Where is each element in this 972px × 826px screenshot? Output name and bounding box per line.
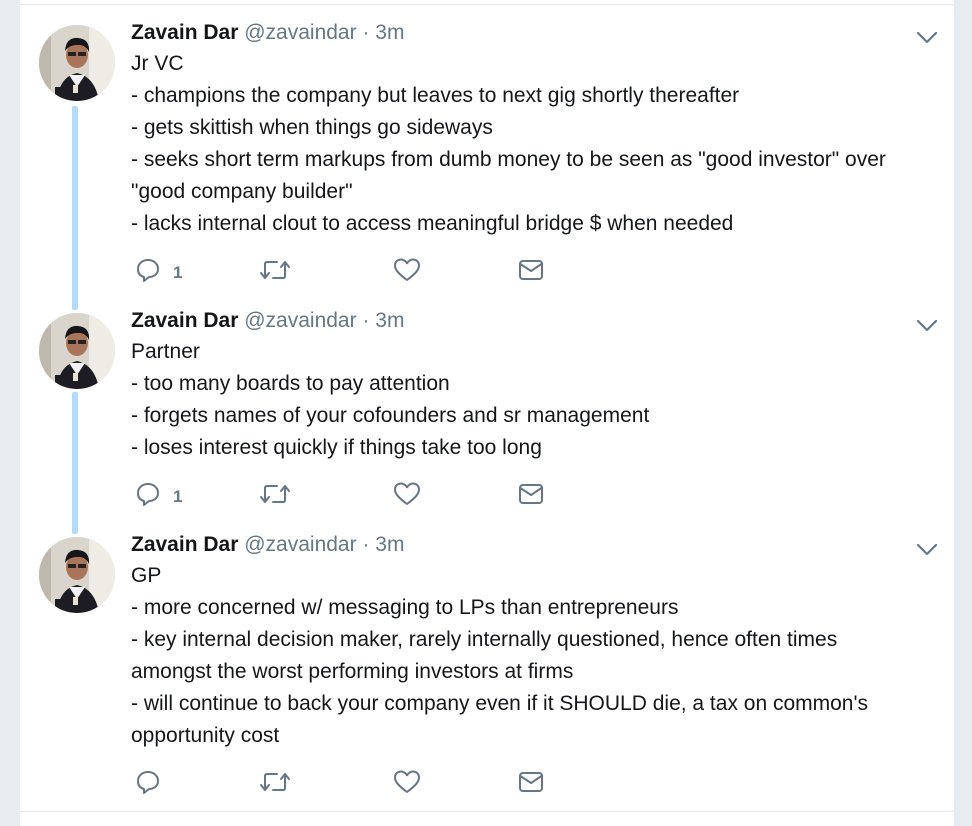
separator: · <box>362 309 370 332</box>
tweet-line: - forgets names of your cofounders and s… <box>131 404 650 427</box>
tweet[interactable]: Zavain Dar @zavaindar · 3m Jr VC - champ… <box>20 19 954 299</box>
tweet-line: "good company builder" <box>131 180 353 203</box>
separator: · <box>362 21 370 44</box>
avatar[interactable] <box>39 537 115 613</box>
reply-button[interactable]: 1 <box>135 257 182 283</box>
timestamp[interactable]: 3m <box>375 533 404 556</box>
tweet-line: GP <box>131 564 162 587</box>
direct-message-button[interactable] <box>517 257 545 283</box>
heart-icon <box>394 258 420 281</box>
envelope-icon <box>519 772 543 792</box>
avatar[interactable] <box>39 25 115 101</box>
reply-button[interactable]: 1 <box>135 481 182 507</box>
timestamp[interactable]: 3m <box>375 21 404 44</box>
reply-icon <box>137 771 159 794</box>
tweet-header: Zavain Dar @zavaindar · 3m <box>131 531 404 559</box>
author-name[interactable]: Zavain Dar <box>131 21 238 44</box>
reply-icon <box>137 483 159 506</box>
direct-message-button[interactable] <box>517 481 545 507</box>
tweet-line: - seeks short term markups from dumb mon… <box>131 148 886 171</box>
tweet-line: - champions the company but leaves to ne… <box>131 84 740 107</box>
tweet-text: Jr VC - champions the company but leaves… <box>131 48 941 240</box>
reply-icon <box>137 259 159 282</box>
retweet-icon <box>260 485 290 503</box>
heart-icon <box>394 770 420 793</box>
divider <box>20 4 954 5</box>
tweet-header: Zavain Dar @zavaindar · 3m <box>131 307 404 335</box>
tweet-line: - will continue to back your company eve… <box>131 692 868 715</box>
envelope-icon <box>519 260 543 280</box>
author-handle[interactable]: @zavaindar <box>244 21 356 44</box>
tweet-line: opportunity cost <box>131 724 280 747</box>
tweet-line: - key internal decision maker, rarely in… <box>131 628 838 651</box>
retweet-button[interactable] <box>259 257 291 283</box>
reply-count: 1 <box>173 263 183 282</box>
tweet-actions: 1 <box>131 481 631 511</box>
timestamp[interactable]: 3m <box>375 309 404 332</box>
direct-message-button[interactable] <box>517 769 545 795</box>
tweet-line: Partner <box>131 340 200 363</box>
separator: · <box>362 533 370 556</box>
author-handle[interactable]: @zavaindar <box>244 533 356 556</box>
reply-count: 1 <box>173 487 183 506</box>
retweet-button[interactable] <box>259 769 291 795</box>
like-button[interactable] <box>393 257 421 283</box>
tweet-line: - too many boards to pay attention <box>131 372 450 395</box>
envelope-icon <box>519 484 543 504</box>
chevron-down-icon[interactable] <box>916 543 938 557</box>
tweet[interactable]: Zavain Dar @zavaindar · 3m Partner - too… <box>20 307 954 517</box>
author-name[interactable]: Zavain Dar <box>131 533 238 556</box>
like-button[interactable] <box>393 769 421 795</box>
tweet-line: - gets skittish when things go sideways <box>131 116 493 139</box>
heart-icon <box>394 482 420 505</box>
chevron-down-icon[interactable] <box>916 319 938 333</box>
like-button[interactable] <box>393 481 421 507</box>
tweet[interactable]: Zavain Dar @zavaindar · 3m GP - more con… <box>20 531 954 806</box>
tweet-actions: 1 <box>131 257 631 287</box>
author-name[interactable]: Zavain Dar <box>131 309 238 332</box>
chevron-down-icon[interactable] <box>916 31 938 45</box>
tweet-line: - lacks internal clout to access meaning… <box>131 212 734 235</box>
avatar[interactable] <box>39 313 115 389</box>
tweet-line: amongst the worst performing investors a… <box>131 660 574 683</box>
tweet-line: - more concerned w/ messaging to LPs tha… <box>131 596 679 619</box>
tweet-text: GP - more concerned w/ messaging to LPs … <box>131 560 941 752</box>
tweet-line: - loses interest quickly if things take … <box>131 436 542 459</box>
tweet-line: Jr VC <box>131 52 184 75</box>
tweet-header: Zavain Dar @zavaindar · 3m <box>131 19 404 47</box>
tweet-text: Partner - too many boards to pay attenti… <box>131 336 941 464</box>
author-handle[interactable]: @zavaindar <box>244 309 356 332</box>
retweet-icon <box>260 261 290 279</box>
retweet-button[interactable] <box>259 481 291 507</box>
retweet-icon <box>260 773 290 791</box>
divider <box>20 811 954 812</box>
tweet-actions <box>131 769 631 799</box>
reply-button[interactable] <box>135 769 173 795</box>
